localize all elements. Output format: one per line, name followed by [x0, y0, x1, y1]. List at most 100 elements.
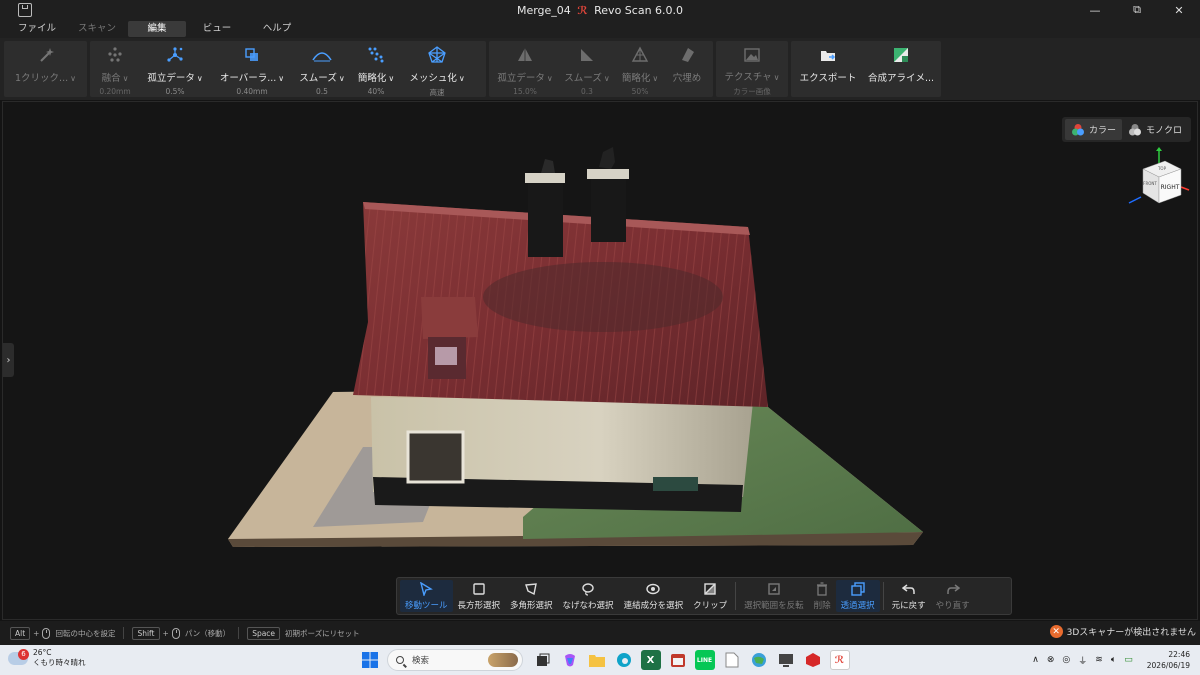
simplify-dots-icon [366, 45, 386, 65]
smooth-value: 0.5 [316, 87, 328, 96]
connected-select-button[interactable]: 連結成分を選択 [619, 580, 689, 612]
line-app-icon[interactable]: LINE [694, 650, 715, 670]
mesh-smooth-label: スムーズ [564, 73, 602, 84]
clip-label: クリップ [693, 600, 728, 611]
smooth-label: スムーズ [299, 73, 337, 84]
clock[interactable]: 22:46 2026/06/19 [1147, 649, 1190, 671]
one-click-label: 1クリック... [15, 73, 69, 84]
save-icon[interactable] [18, 3, 32, 17]
taskbar-search[interactable]: 検索 [387, 649, 523, 671]
space-key-badge: Space [247, 626, 281, 640]
edge-browser-icon[interactable] [614, 650, 634, 670]
fill-holes-tool[interactable]: 穴埋め [665, 41, 709, 97]
rect-select-button[interactable]: 長方形選択 [453, 580, 506, 612]
fuse-dots-icon [105, 45, 125, 65]
undo-button[interactable]: 元に戻す [887, 580, 931, 612]
mesh-smooth-tool[interactable]: スムーズ ∨ 0.3 [559, 41, 615, 97]
mono-circles-icon [1128, 123, 1141, 135]
windows-start-icon[interactable] [360, 650, 380, 670]
overlap-squares-icon [242, 45, 262, 65]
file-name: Merge_04 [516, 3, 571, 17]
move-tool-button[interactable]: 移動ツール [400, 580, 453, 612]
export-tool[interactable]: エクスポート [793, 41, 863, 97]
view-cube[interactable]: RIGHT TOP FRONT [1121, 147, 1191, 217]
overlap-tool[interactable]: オーバーラ... ∨ 0.40mm [212, 41, 292, 97]
meshing-label: メッシュ化 [409, 73, 457, 84]
file-explorer-icon[interactable] [587, 650, 607, 670]
scanned-house-model[interactable] [223, 147, 933, 557]
through-select-button[interactable]: 透過選択 [835, 580, 880, 612]
windows-taskbar: 6 26°C くもり時々晴れ 検索 X LINE ℛ ∧ ⊗ ◎ ⏚ ≋ 🔈︎ … [0, 645, 1200, 675]
search-placeholder: 検索 [412, 656, 430, 666]
overlap-value: 0.40mm [236, 87, 268, 96]
red-app-icon[interactable] [803, 650, 823, 670]
mesh-isolate-tool[interactable]: 孤立データ ∨ 15.0% [491, 41, 559, 97]
battery-icon[interactable]: ▭ [1124, 655, 1133, 665]
document-icon[interactable] [722, 650, 742, 670]
connected-component-icon [646, 583, 661, 594]
shift-hint: Shift + パン（移動） [132, 626, 230, 640]
globe-app-icon[interactable] [749, 650, 769, 670]
isolate-tool[interactable]: 孤立データ ∨ 0.5% [138, 41, 212, 97]
texture-label: テクスチャ [724, 72, 772, 83]
redo-button[interactable]: やり直す [931, 580, 975, 612]
notification-badge: 6 [18, 648, 29, 660]
3d-viewport[interactable]: › カラー モノクロ RIGHT TOP FRONT 移動ツール 長方形選択 多… [2, 101, 1198, 620]
revo-scan-app: Merge_04 ℛ Revo Scan 6.0.0 — ⧉ ✕ ファイル スキ… [0, 0, 1200, 675]
meshing-tool[interactable]: メッシュ化 ∨ 高速 [400, 41, 474, 97]
scanner-status[interactable]: ✕ 3Dスキャナーが検出されません [1049, 625, 1196, 638]
menu-scan[interactable]: スキャン [68, 21, 126, 37]
mesh-isolate-label: 孤立データ [497, 73, 545, 84]
excel-icon[interactable]: X [640, 650, 661, 670]
minimize-button[interactable]: — [1074, 0, 1116, 20]
simplify-tool[interactable]: 簡略化 ∨ 40% [352, 41, 400, 97]
invert-select-button[interactable]: 選択範囲を反転 [739, 580, 809, 612]
menu-edit[interactable]: 編集 [128, 21, 186, 37]
color-mode-label: カラー [1088, 126, 1116, 136]
search-highlight-image [488, 653, 518, 667]
alt-hint: Alt + 回転の中心を設定 [10, 626, 115, 640]
align-label: 合成アライメ... [867, 73, 935, 84]
calendar-app-icon[interactable] [668, 650, 688, 670]
align-tool[interactable]: 合成アライメ... [863, 41, 939, 97]
maximize-button[interactable]: ⧉ [1116, 0, 1158, 20]
revo-scan-taskbar-icon[interactable]: ℛ [829, 650, 850, 670]
wifi-icon[interactable]: ≋ [1095, 655, 1103, 665]
delete-button[interactable]: 削除 [809, 580, 836, 612]
volume-icon[interactable]: 🔈︎ [1111, 655, 1116, 665]
app-name: Revo Scan 6.0.0 [594, 3, 684, 17]
menu-file[interactable]: ファイル [8, 21, 66, 37]
mesh-simplify-tool[interactable]: 簡略化 ∨ 50% [615, 41, 665, 97]
task-view-icon[interactable] [533, 650, 553, 670]
texture-tool[interactable]: テクスチャ ∨ カラー画像 [718, 41, 786, 97]
side-panel-toggle[interactable]: › [3, 343, 14, 377]
tray-mic-icon[interactable]: ⏚ [1078, 654, 1087, 667]
selection-toolbar: 移動ツール 長方形選択 多角形選択 なげなわ選択 連結成分を選択 クリップ 選択… [396, 577, 1012, 615]
system-tray: ∧ ⊗ ◎ ⏚ ≋ 🔈︎ ▭ 22:46 2026/06/19 [1028, 648, 1190, 672]
lasso-select-button[interactable]: なげなわ選択 [558, 580, 619, 612]
remote-desktop-icon[interactable] [776, 650, 796, 670]
clock-time: 22:46 [1168, 650, 1190, 659]
move-tool-label: 移動ツール [405, 600, 448, 611]
color-mode-button[interactable]: カラー [1064, 119, 1122, 140]
menu-bar: ファイル スキャン 編集 ビュー ヘルプ [0, 20, 1200, 38]
clip-button[interactable]: クリップ [688, 580, 732, 612]
tray-sync-icon[interactable]: ◎ [1062, 655, 1070, 665]
one-click-tool[interactable]: 1クリック... ∨ [6, 41, 85, 97]
menu-view[interactable]: ビュー [188, 21, 246, 37]
taskbar-apps: 検索 X LINE ℛ [356, 648, 853, 672]
weather-widget[interactable]: 6 26°C くもり時々晴れ [8, 648, 86, 668]
tray-x-icon[interactable]: ⊗ [1047, 655, 1055, 665]
smooth-tool[interactable]: スムーズ ∨ 0.5 [292, 41, 352, 97]
fuse-tool[interactable]: 融合 ∨ 0.20mm [92, 41, 138, 97]
poly-select-button[interactable]: 多角形選択 [505, 580, 558, 612]
close-button[interactable]: ✕ [1158, 0, 1200, 20]
menu-help[interactable]: ヘルプ [248, 21, 306, 37]
view-cube-top-face: TOP [1157, 166, 1167, 171]
chevron-up-icon[interactable]: ∧ [1032, 655, 1039, 665]
copilot-icon[interactable] [560, 650, 580, 670]
smooth-curve-icon [312, 45, 332, 65]
mono-mode-button[interactable]: モノクロ [1122, 119, 1188, 140]
lasso-select-label: なげなわ選択 [562, 600, 614, 611]
revo-logo-icon: ℛ [577, 3, 588, 17]
